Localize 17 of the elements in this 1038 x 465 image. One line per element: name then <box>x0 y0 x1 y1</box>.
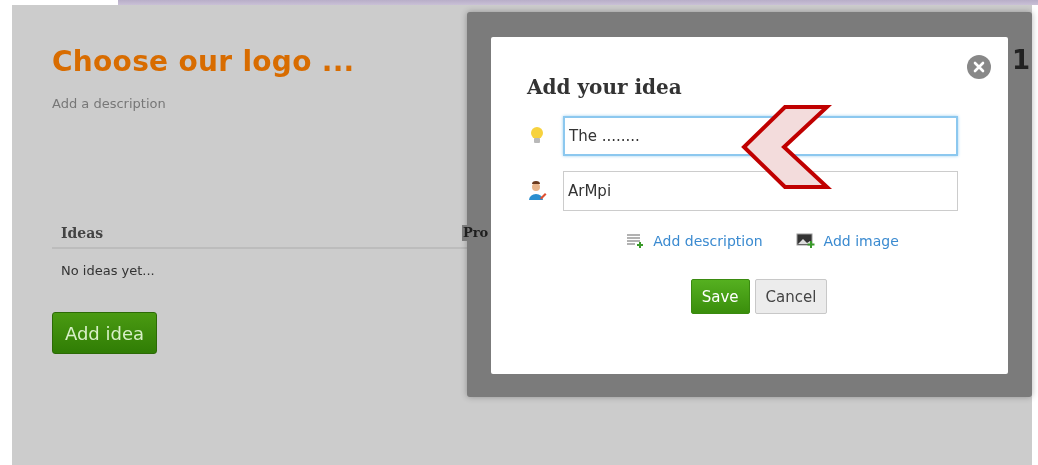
dialog-title: Add your idea <box>527 75 683 99</box>
author-field[interactable]: ArMpi <box>563 171 958 211</box>
save-button[interactable]: Save <box>690 279 750 314</box>
column-header: Ideas <box>60 225 105 241</box>
person-icon <box>527 181 547 201</box>
image-add-icon <box>795 233 815 249</box>
text-lines-add-icon <box>626 233 645 249</box>
link[interactable]: Add image <box>823 233 899 249</box>
empty-message: No ideas yet... <box>60 262 156 278</box>
page-title: Choose our logo ... <box>52 45 355 78</box>
close-icon[interactable] <box>967 55 991 79</box>
counter-text: 1 <box>1011 45 1030 77</box>
description-text[interactable]: Add a description <box>52 96 166 111</box>
cancel-button[interactable]: Cancel <box>754 279 828 314</box>
add-idea-button[interactable]: Add idea <box>52 312 157 354</box>
column-header: Pro <box>462 225 490 241</box>
link[interactable]: Add description <box>653 233 763 249</box>
